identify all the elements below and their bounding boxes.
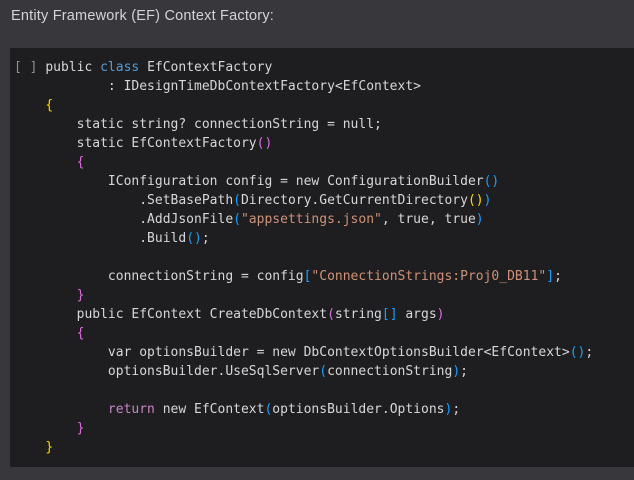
code-line: { xyxy=(14,96,634,115)
code-token-bracket2: } xyxy=(77,288,85,303)
code-token-bracket1: } xyxy=(45,440,53,455)
code-line: } xyxy=(14,438,634,457)
code-token-plain: ; xyxy=(202,231,210,246)
code-block: [ ] public class EfContextFactory : IDes… xyxy=(10,48,634,467)
code-line: { xyxy=(14,153,634,172)
code-line: static EfContextFactory() xyxy=(14,134,634,153)
code-token-bracket2: { xyxy=(77,155,85,170)
code-token-bracket1: { xyxy=(45,98,53,113)
code-token-bracket3: ) xyxy=(452,364,460,379)
page-title: Entity Framework (EF) Context Factory: xyxy=(11,8,274,24)
code-token-bracket3: ) xyxy=(476,212,484,227)
code-line: return new EfContext(optionsBuilder.Opti… xyxy=(14,400,634,419)
code-token-plain: .AddJsonFile xyxy=(14,212,233,227)
code-token-bracket3: () xyxy=(484,174,500,189)
code-token-plain: EfContextFactory xyxy=(139,60,272,75)
code-token-string: "appsettings.json" xyxy=(241,212,382,227)
code-line xyxy=(14,381,634,400)
code-line: .SetBasePath(Directory.GetCurrentDirecto… xyxy=(14,191,634,210)
code-token-plain: connectionString = config xyxy=(14,269,304,284)
code-line: IConfiguration config = new Configuratio… xyxy=(14,172,634,191)
code-token-plain: public xyxy=(45,60,100,75)
code-token-plain: new EfContext xyxy=(155,402,265,417)
code-token-bracket3: [] xyxy=(382,307,398,322)
code-line: } xyxy=(14,419,634,438)
code-content: [ ] public class EfContextFactory : IDes… xyxy=(14,58,634,457)
code-token-bracket2: () xyxy=(257,136,273,151)
code-gutter-marker: [ ] xyxy=(14,60,45,75)
code-token-plain: .Build xyxy=(14,231,186,246)
code-token-plain: string xyxy=(335,307,382,322)
code-token-bracket3: () xyxy=(570,345,586,360)
code-token-plain: Directory.GetCurrentDirectory xyxy=(241,193,468,208)
code-token-plain: .SetBasePath xyxy=(14,193,233,208)
code-token-plain xyxy=(14,326,77,341)
code-token-bracket2: } xyxy=(77,421,85,436)
code-token-plain: , true, true xyxy=(382,212,476,227)
code-token-plain: args xyxy=(398,307,437,322)
code-token-bracket3: ( xyxy=(319,364,327,379)
code-line: connectionString = config["ConnectionStr… xyxy=(14,267,634,286)
code-line: } xyxy=(14,286,634,305)
code-line: .Build(); xyxy=(14,229,634,248)
code-token-bracket2: ) xyxy=(437,307,445,322)
code-token-bracket3: ( xyxy=(233,193,241,208)
code-token-plain xyxy=(14,155,77,170)
code-line: .AddJsonFile("appsettings.json", true, t… xyxy=(14,210,634,229)
code-token-plain: ; xyxy=(554,269,562,284)
code-line xyxy=(14,248,634,267)
code-token-plain xyxy=(14,421,77,436)
code-line: var optionsBuilder = new DbContextOption… xyxy=(14,343,634,362)
code-token-plain: static EfContextFactory xyxy=(14,136,257,151)
code-token-bracket3: ) xyxy=(484,193,492,208)
code-token-plain: ; xyxy=(585,345,593,360)
code-token-bracket3: ] xyxy=(546,269,554,284)
code-token-bracket3: ( xyxy=(233,212,241,227)
code-token-plain: static string? connectionString = null; xyxy=(14,117,382,132)
code-token-bracket2: { xyxy=(77,326,85,341)
code-token-plain xyxy=(14,288,77,303)
code-token-plain: optionsBuilder.UseSqlServer xyxy=(14,364,319,379)
code-token-plain: connectionString xyxy=(327,364,452,379)
code-token-plain: IConfiguration config = new Configuratio… xyxy=(14,174,484,189)
code-line: static string? connectionString = null; xyxy=(14,115,634,134)
page: { "page": { "background_color": "#38383c… xyxy=(0,0,634,480)
code-token-string: "ConnectionStrings:Proj0_DB11" xyxy=(311,269,546,284)
code-token-keyword: class xyxy=(100,60,139,75)
code-token-plain xyxy=(14,440,45,455)
code-token-plain: : IDesignTimeDbContextFactory<EfContext> xyxy=(14,79,421,94)
code-line: : IDesignTimeDbContextFactory<EfContext> xyxy=(14,77,634,96)
code-token-bracket3: () xyxy=(186,231,202,246)
code-token-plain xyxy=(14,98,45,113)
code-token-plain: optionsBuilder.Options xyxy=(272,402,444,417)
code-token-bracket2: ( xyxy=(327,307,335,322)
code-token-plain: public EfContext CreateDbContext xyxy=(14,307,327,322)
code-token-plain xyxy=(14,402,108,417)
code-line: public EfContext CreateDbContext(string[… xyxy=(14,305,634,324)
code-line: optionsBuilder.UseSqlServer(connectionSt… xyxy=(14,362,634,381)
code-line: { xyxy=(14,324,634,343)
code-token-plain: ; xyxy=(460,364,468,379)
code-token-bracket1: () xyxy=(468,193,484,208)
code-token-plain: ; xyxy=(452,402,460,417)
code-line: [ ] public class EfContextFactory xyxy=(14,58,634,77)
code-token-plain: var optionsBuilder = new DbContextOption… xyxy=(14,345,570,360)
code-token-control: return xyxy=(108,402,155,417)
